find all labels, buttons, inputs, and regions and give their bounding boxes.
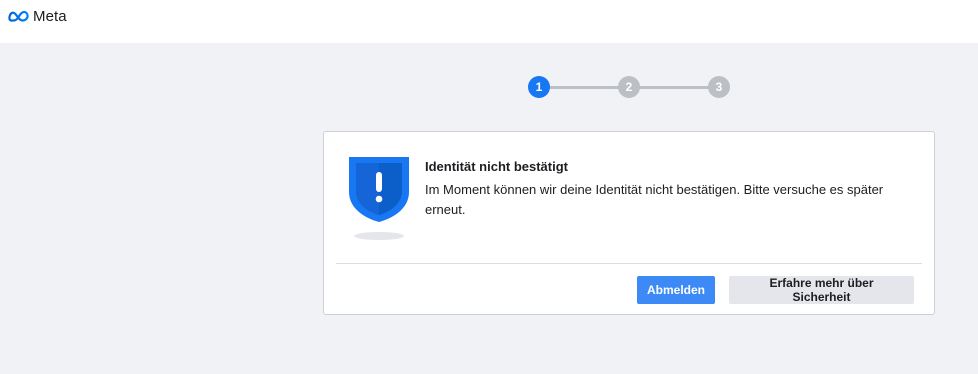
card-message: Im Moment können wir deine Identität nic… xyxy=(425,182,884,217)
logout-button[interactable]: Abmelden xyxy=(637,276,715,304)
card-title: Identität nicht bestätigt xyxy=(425,159,568,174)
identity-card: Identität nicht bestätigt Im Moment könn… xyxy=(323,131,935,315)
step-2: 2 xyxy=(618,76,640,98)
meta-infinity-icon xyxy=(8,10,29,22)
shield-alert-icon xyxy=(348,156,410,247)
step-3: 3 xyxy=(708,76,730,98)
meta-logo[interactable]: Meta xyxy=(8,8,67,25)
learn-security-button[interactable]: Erfahre mehr über Sicherheit xyxy=(729,276,914,304)
step-connector xyxy=(548,86,621,89)
top-bar: Meta xyxy=(0,0,978,43)
divider xyxy=(336,263,922,264)
logo-text: Meta xyxy=(33,8,67,25)
step-1: 1 xyxy=(528,76,550,98)
step-connector xyxy=(638,86,711,89)
progress-stepper: 1 2 3 xyxy=(528,76,733,98)
